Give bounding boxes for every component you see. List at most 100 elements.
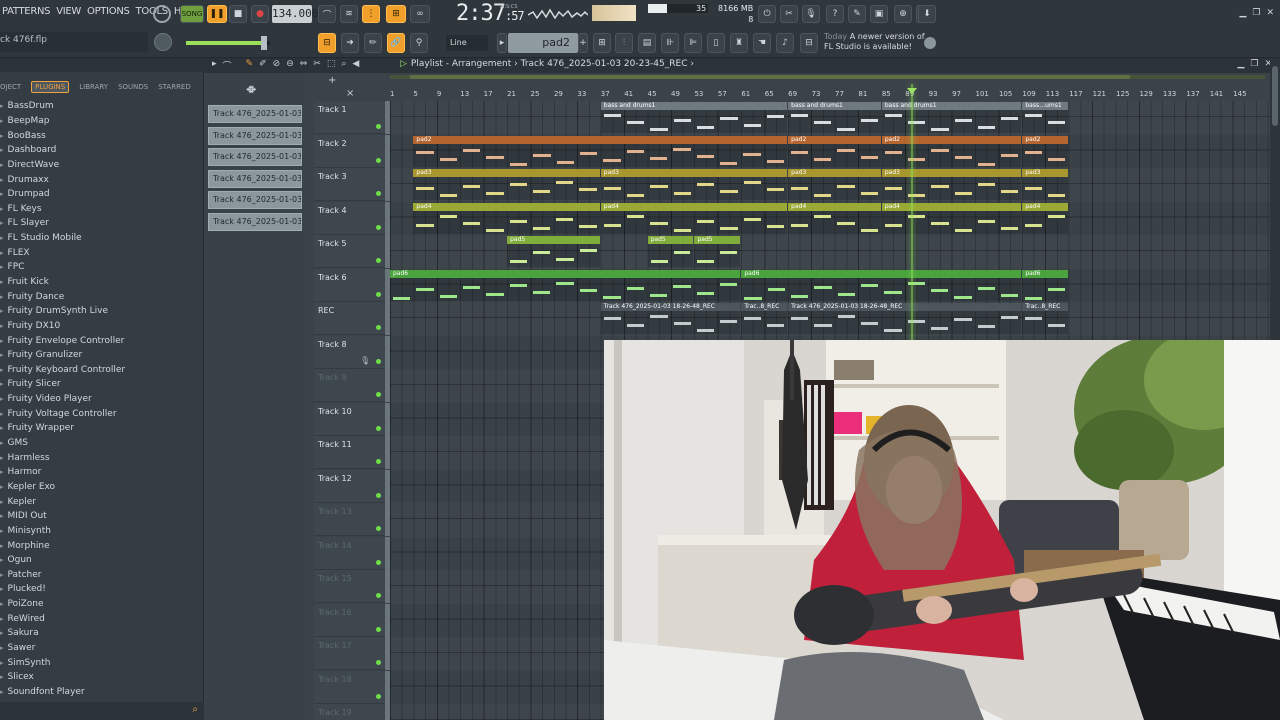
playlist-maximize-icon[interactable]: ❐ <box>1250 59 1258 69</box>
plugin-list-item[interactable]: Harmor <box>0 465 204 480</box>
tempo-dial-icon[interactable] <box>153 5 171 23</box>
plugin-list-item[interactable]: GMS <box>0 436 204 451</box>
track-mute-led[interactable] <box>376 626 381 632</box>
timeline-ruler[interactable]: 1 5 9 13 17 21 25 29 33 37 41 45 49 53 57 61 65 69 73 77 81 8… <box>390 90 1280 100</box>
track-mute-led[interactable] <box>376 526 381 531</box>
wait-input-button[interactable]: ≋ <box>340 5 358 23</box>
track-mute-led[interactable] <box>376 459 381 464</box>
track-header[interactable]: Track 1 <box>314 101 390 134</box>
help-icon[interactable]: ? <box>826 5 844 23</box>
slip-icon[interactable]: ⇔ <box>300 59 308 72</box>
plugin-list-item[interactable]: Dashboard <box>0 143 204 158</box>
playlist-clip[interactable]: pad2 <box>1022 135 1069 167</box>
cpu-icon[interactable]: ⏻ <box>758 5 776 23</box>
speaker-icon[interactable]: ◀ <box>352 59 359 72</box>
playlist-minimize-icon[interactable]: ▁ <box>1237 59 1244 69</box>
link-icon[interactable]: 🔗 <box>387 33 405 53</box>
pattern-prev-icon[interactable]: ▸ <box>497 33 507 53</box>
snap-selector[interactable]: Line <box>446 35 488 51</box>
playlist-clip[interactable]: pad3 <box>413 169 600 200</box>
playlist-clip[interactable]: Track 476_2025-01-03 18-26-48_REC <box>788 303 1022 334</box>
playlist-clip[interactable]: pad3 <box>881 169 1022 200</box>
track-header[interactable]: Track 5 <box>314 235 390 268</box>
brush-icon[interactable]: ✐ <box>259 59 267 72</box>
piano-roll-icon[interactable]: ▤ <box>638 33 656 53</box>
delete-icon[interactable]: ⊘ <box>273 59 281 72</box>
playlist-clip[interactable]: pad5 <box>694 236 741 267</box>
magnet-icon[interactable]: ⌒ <box>223 59 232 72</box>
browser-search-icon[interactable]: ⌕ <box>192 704 198 715</box>
plugin-list-item[interactable]: Ogun <box>0 553 204 568</box>
plugin-list-item[interactable]: BassDrum <box>0 99 204 114</box>
track-mute-led[interactable] <box>376 291 381 297</box>
playlist-clip[interactable]: bass and drums1 <box>600 102 788 133</box>
plugin-list-item[interactable]: Drumaxx <box>0 172 204 187</box>
plugin-list-item[interactable]: Sawer <box>0 641 204 656</box>
track-header[interactable]: Track 19 <box>314 704 390 720</box>
plugin-list-item[interactable]: ReWired <box>0 611 204 626</box>
download-icon[interactable]: ⬇ <box>918 5 936 23</box>
playlist-view-icon[interactable]: ⊞ <box>593 33 611 53</box>
plugin-list-item[interactable]: MIDI Out <box>0 509 204 524</box>
track-header[interactable]: Track 9 <box>314 369 390 402</box>
plugin-list-item[interactable]: Fruity Keyboard Controller <box>0 363 204 378</box>
plugin-list-item[interactable]: PoiZone <box>0 597 204 612</box>
picker-arrows-icon[interactable]: ✥ <box>248 85 256 96</box>
track-mute-led[interactable] <box>376 492 381 498</box>
playlist-clip[interactable]: pad6 <box>390 269 741 301</box>
plugin-list-item[interactable]: BeepMap <box>0 114 204 129</box>
pattern-add-icon[interactable]: + <box>578 33 588 53</box>
tab-project[interactable]: OJECT <box>0 83 21 91</box>
track-header[interactable]: Track 8 🎙 <box>314 335 390 369</box>
track-mute-led[interactable] <box>376 660 381 665</box>
master-volume-slider[interactable] <box>186 36 270 50</box>
select-icon[interactable]: ⬚ <box>327 59 336 72</box>
playlist-clip[interactable]: pad5 <box>647 236 694 267</box>
playlist-clip[interactable]: pad6 <box>741 269 1022 301</box>
time-marker-bar[interactable] <box>390 75 1265 79</box>
plugin-list-item[interactable]: Fruity DrumSynth Live <box>0 304 204 319</box>
mixer-icon[interactable]: ⊪ <box>661 33 679 53</box>
add-track-icon[interactable]: + <box>328 75 336 86</box>
track-header[interactable]: Track 13 <box>314 503 390 536</box>
news-icon[interactable]: ⊟ <box>800 33 818 53</box>
eq-icon[interactable]: ⊫ <box>684 33 702 53</box>
stamp-icon[interactable]: ⚲ <box>410 33 428 53</box>
playlist-clip[interactable]: pad4 <box>1022 202 1069 234</box>
playlist-clip[interactable]: Track 476_2025-01-03 18-26-48_REC <box>600 303 741 334</box>
restore-icon[interactable]: ❐ <box>1252 8 1260 18</box>
metronome-button[interactable]: ⌒ <box>318 5 336 23</box>
playlist-clip[interactable]: pad2 <box>413 135 788 167</box>
plugin-list-item[interactable]: Kepler Exo <box>0 480 204 495</box>
plugin-list-item[interactable]: Kepler <box>0 494 204 509</box>
track-mute-led[interactable] <box>376 593 381 598</box>
menu-view[interactable]: VIEW <box>56 6 81 17</box>
plugin-list-item[interactable]: FPC <box>0 260 204 275</box>
loop-record-button[interactable]: ∞ <box>410 5 430 23</box>
plugin-list-item[interactable]: Fruity Granulizer <box>0 348 204 363</box>
mixer-toggle-icon[interactable]: ✂ <box>780 5 798 23</box>
update-icon[interactable] <box>924 37 936 49</box>
plugin-list-item[interactable]: SimSynth <box>0 655 204 670</box>
plugin-list-item[interactable]: BooBass <box>0 128 204 143</box>
news-panel[interactable]: Today A newer version of FL Studio is av… <box>824 32 934 52</box>
slice-icon[interactable]: ✂ <box>313 59 321 72</box>
playlist-clip[interactable]: bass and drums1 <box>881 102 1022 133</box>
record-arm-icon[interactable]: 🎙 <box>360 356 370 365</box>
minimize-icon[interactable]: ▁ <box>1239 8 1246 18</box>
track-header[interactable]: Track 11 <box>314 436 390 469</box>
track-mute-led[interactable] <box>376 191 381 196</box>
plugin-list-item[interactable]: FL Slayer <box>0 216 204 231</box>
scrollbar-thumb[interactable] <box>1272 66 1278 126</box>
track-header[interactable]: Track 16 <box>314 603 390 637</box>
mute-icon[interactable]: ⊖ <box>286 59 294 72</box>
plugin-list-item[interactable]: Fruity Slicer <box>0 377 204 392</box>
tab-plugins[interactable]: PLUGINS <box>31 81 70 93</box>
plugin-list-item[interactable]: Fruity Dance <box>0 289 204 304</box>
pattern-selector[interactable]: pad2 <box>508 33 578 53</box>
plugin-list-item[interactable]: Minisynth <box>0 524 204 539</box>
plugin-list-item[interactable]: Fruity DX10 <box>0 319 204 334</box>
track-mute-led[interactable] <box>376 425 381 431</box>
playlist-clip[interactable]: Trac..8_REC <box>1022 303 1069 334</box>
pitch-knob-icon[interactable] <box>154 33 172 51</box>
